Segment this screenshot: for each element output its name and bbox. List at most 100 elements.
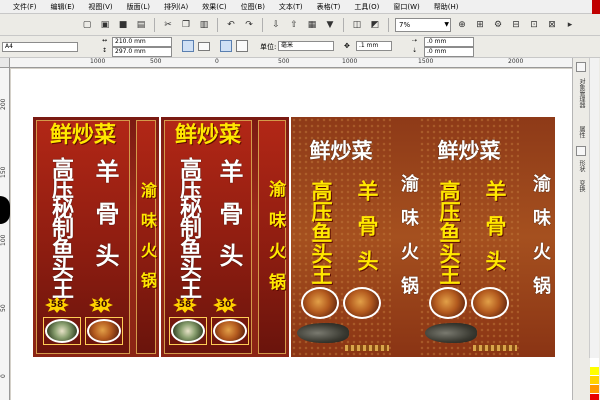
poster-dish-name-2: 羊骨头 xyxy=(483,179,507,285)
cut-icon[interactable]: ✂ xyxy=(161,18,175,32)
ruler-label: 2000 xyxy=(508,58,524,65)
nudge-distance-value: .1 mm xyxy=(359,42,379,49)
dish-photo xyxy=(171,319,205,343)
nudge-distance-field[interactable]: .1 mm xyxy=(356,41,392,51)
redo-icon[interactable]: ↷ xyxy=(242,18,256,32)
page-size-select[interactable]: A4 xyxy=(2,42,78,52)
menu-arrange[interactable]: 排列(A) xyxy=(157,0,195,14)
menu-edit[interactable]: 编辑(E) xyxy=(44,0,82,14)
docker-tab[interactable]: 变换 xyxy=(577,180,586,196)
grid-icon[interactable]: ⊟ xyxy=(509,18,523,32)
new-icon[interactable]: ▢ xyxy=(80,18,94,32)
all-pages-button[interactable] xyxy=(220,40,232,52)
docker-tab[interactable]: 对象管理器 xyxy=(577,78,586,124)
height-icon: ↕ xyxy=(102,47,108,54)
palette-swatch[interactable] xyxy=(590,394,599,400)
more-icon[interactable]: ▸ xyxy=(563,18,577,32)
palette-swatch[interactable] xyxy=(590,358,599,367)
publish-pdf-icon[interactable]: ▦ xyxy=(305,18,319,32)
palette-swatch[interactable] xyxy=(590,367,599,376)
poster-banner[interactable]: 鲜炒菜 高压鱼头王 羊骨头 xyxy=(291,117,391,357)
copy-icon[interactable]: ❐ xyxy=(179,18,193,32)
menu-tools[interactable]: 工具(O) xyxy=(347,0,386,14)
duplicate-y-value: .0 mm xyxy=(427,48,447,55)
menu-view[interactable]: 视图(V) xyxy=(81,0,119,14)
ruler-label: 1000 xyxy=(342,58,358,65)
current-page-button[interactable] xyxy=(236,40,248,52)
snap-to-icon[interactable]: ⊞ xyxy=(473,18,487,32)
toolbar-separator xyxy=(262,17,263,32)
poster-title: 鲜炒菜 xyxy=(309,139,373,163)
side-banner[interactable]: 渝味火锅 xyxy=(133,117,159,357)
duplicate-y-field[interactable]: .0 mm xyxy=(424,47,474,57)
ruler-label: 500 xyxy=(278,58,290,65)
paste-icon[interactable]: ▥ xyxy=(197,18,211,32)
menu-bitmaps[interactable]: 位图(B) xyxy=(234,0,272,14)
portrait-button[interactable] xyxy=(182,40,194,52)
menu-help[interactable]: 帮助(H) xyxy=(427,0,466,14)
options-icon[interactable]: ⚙ xyxy=(491,18,505,32)
docker-tab[interactable]: 属性 xyxy=(577,126,586,142)
corel-online-icon[interactable]: ◩ xyxy=(368,18,382,32)
dish-photo xyxy=(213,319,247,343)
dynamic-guides-icon[interactable]: ⊠ xyxy=(545,18,559,32)
landscape-button[interactable] xyxy=(198,42,210,51)
zoom-in-icon[interactable]: ⊕ xyxy=(455,18,469,32)
vertical-ruler[interactable]: 200 150 100 50 0 xyxy=(0,68,10,400)
side-banner-text: 渝味火锅 xyxy=(398,174,419,310)
page-width-field[interactable]: 210.0 mm xyxy=(112,37,172,47)
ruler-label: 50 xyxy=(0,304,7,312)
poster-dish-name: 高压秘制鱼头王 xyxy=(48,157,73,297)
undo-icon[interactable]: ↶ xyxy=(224,18,238,32)
docker-tab[interactable]: 形状 xyxy=(577,160,586,176)
docker-hint-icon[interactable] xyxy=(576,146,586,156)
dish-photo xyxy=(429,287,467,319)
units-select[interactable]: 毫米 xyxy=(278,41,334,51)
side-banner[interactable]: 渝味火锅 xyxy=(519,117,555,357)
horizontal-ruler[interactable]: 1000 500 0 500 1000 1500 2000 xyxy=(10,58,572,68)
palette-swatch[interactable] xyxy=(590,376,599,385)
docker-arrow-icon[interactable] xyxy=(576,62,586,72)
menu-effects[interactable]: 效果(C) xyxy=(195,0,233,14)
welcome-screen-icon[interactable]: ◫ xyxy=(350,18,364,32)
page-height-value: 297.0 mm xyxy=(115,48,146,55)
palette-swatch[interactable] xyxy=(590,385,599,394)
menu-text[interactable]: 文本(T) xyxy=(272,0,310,14)
menu-file[interactable]: 文件(F) xyxy=(6,0,44,14)
poster-banner[interactable]: 鲜炒菜 高压秘制鱼头王 羊骨头 58 30 xyxy=(33,117,133,357)
duplicate-x-field[interactable]: .0 mm xyxy=(424,37,474,47)
dish-photo xyxy=(45,319,79,343)
drawing-canvas[interactable]: 鲜炒菜 高压秘制鱼头王 羊骨头 58 30 渝味火锅 鲜炒菜 高压秘制鱼头王 羊… xyxy=(11,69,572,400)
ruler-origin[interactable] xyxy=(0,58,10,68)
menu-layout[interactable]: 版面(L) xyxy=(120,0,157,14)
toolbar-separator xyxy=(343,17,344,32)
menu-window[interactable]: 窗口(W) xyxy=(386,0,426,14)
print-icon[interactable]: ▤ xyxy=(134,18,148,32)
chevron-down-icon: ▼ xyxy=(444,20,449,28)
poster-banner[interactable]: 鲜炒菜 高压鱼头王 羊骨头 xyxy=(419,117,519,357)
open-icon[interactable]: ▣ xyxy=(98,18,112,32)
save-icon[interactable]: ■ xyxy=(116,18,130,32)
zoom-level-select[interactable]: 7% ▼ xyxy=(395,17,451,32)
guidelines-icon[interactable]: ⊡ xyxy=(527,18,541,32)
ruler-label: 0 xyxy=(0,374,7,378)
side-banner[interactable]: 渝味火锅 xyxy=(255,117,289,357)
poster-dish-name: 高压鱼头王 xyxy=(437,179,461,285)
page-size-value: A4 xyxy=(5,43,13,50)
application-launcher-icon[interactable]: ▼ xyxy=(323,18,337,32)
ruler-label: 100 xyxy=(0,234,7,246)
vertical-scrollbar[interactable] xyxy=(589,58,599,358)
page-height-field[interactable]: 297.0 mm xyxy=(112,47,172,57)
import-icon[interactable]: ⇩ xyxy=(269,18,283,32)
duplicate-x-value: .0 mm xyxy=(427,38,447,45)
price-badge: 30 xyxy=(89,297,113,313)
color-palette[interactable] xyxy=(590,358,599,400)
toolbar-separator xyxy=(388,17,389,32)
property-bar: A4 ↔ ↕ 210.0 mm 297.0 mm 单位: 毫米 ✥ .1 mm … xyxy=(0,36,600,58)
export-icon[interactable]: ⇧ xyxy=(287,18,301,32)
units-label: 单位: xyxy=(260,43,277,51)
menu-table[interactable]: 表格(T) xyxy=(310,0,348,14)
poster-banner[interactable]: 鲜炒菜 高压秘制鱼头王 羊骨头 58 30 xyxy=(161,117,255,357)
side-banner[interactable]: 渝味火锅 xyxy=(391,117,419,357)
ruler-label: 0 xyxy=(215,58,219,65)
